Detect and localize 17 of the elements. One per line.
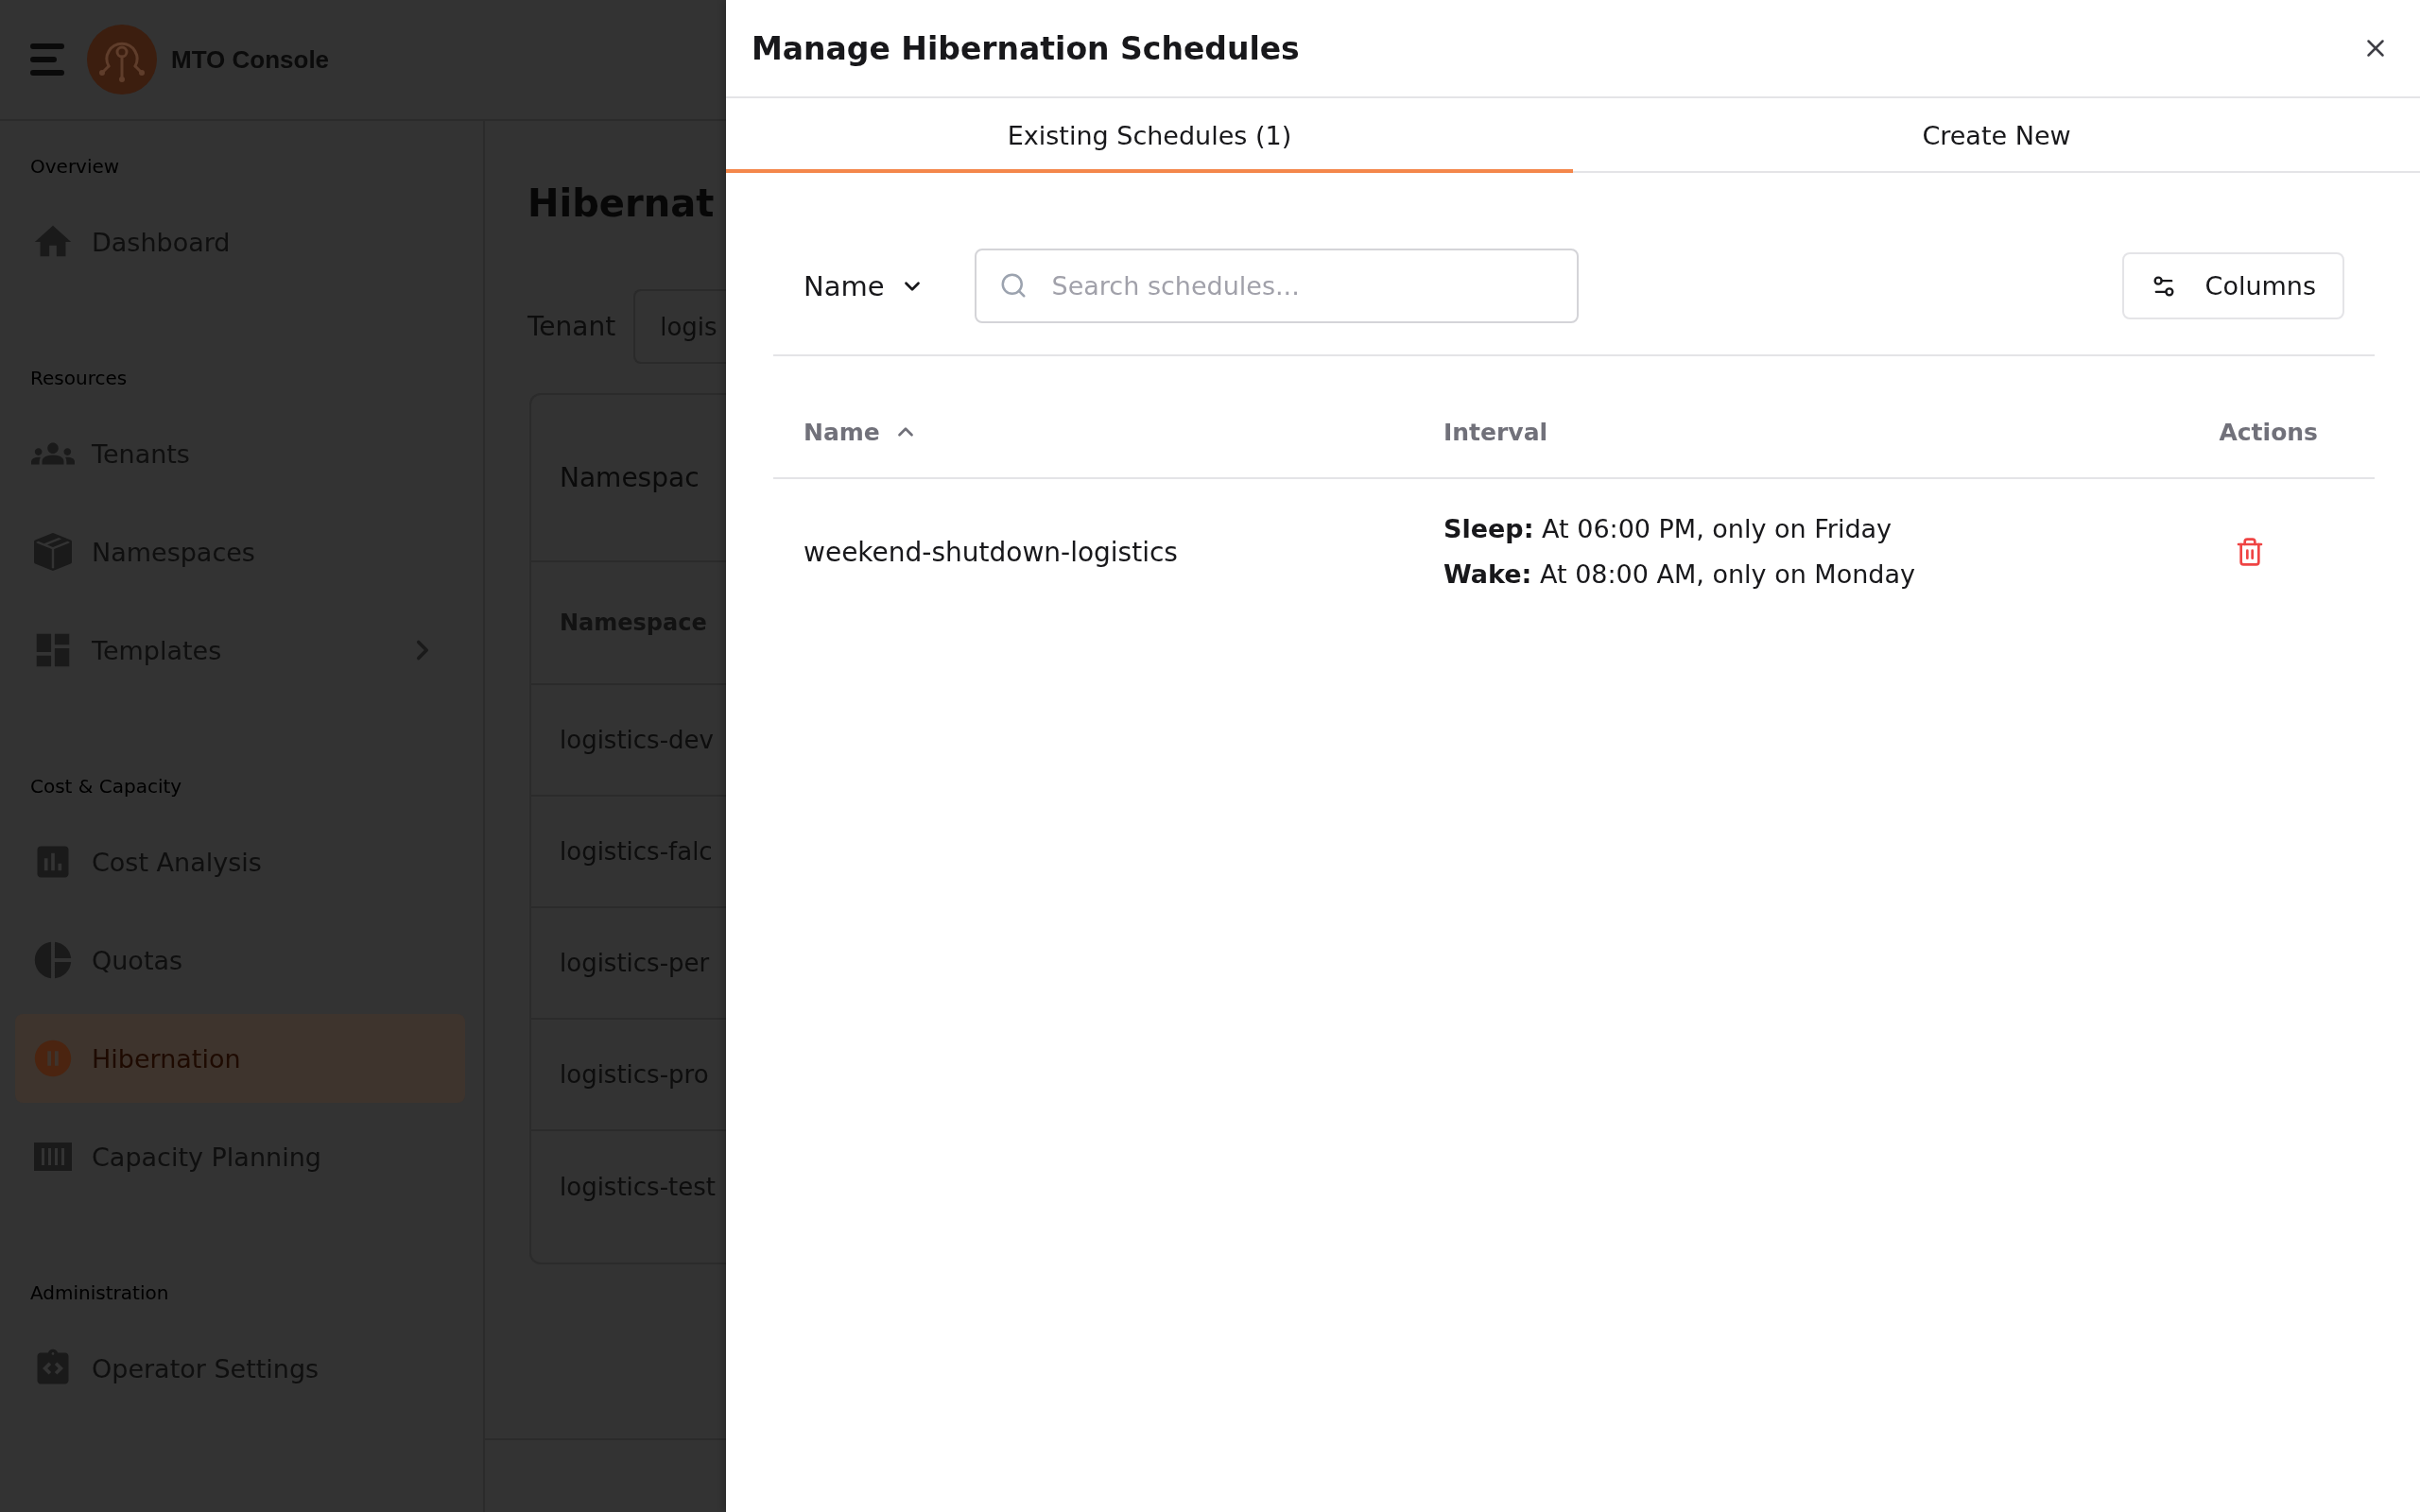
columns-icon — [34, 1143, 72, 1171]
tab[interactable]: Existing Schedules (1) — [726, 98, 1573, 173]
delete-button[interactable] — [2235, 537, 2265, 567]
interval-text: Sleep: At 06:00 PM, only on Friday — [1443, 513, 1893, 545]
column-header: Actions — [2219, 418, 2318, 446]
trash-icon — [2235, 537, 2265, 567]
column-header: Interval — [1443, 418, 1548, 446]
dialog-title: Manage Hibernation Schedules — [752, 29, 1300, 67]
logo-icon — [87, 25, 157, 94]
columns-button[interactable]: Columns — [2121, 252, 2344, 319]
box-icon — [34, 533, 72, 571]
filter-dropdown[interactable]: Name — [773, 249, 943, 323]
schedule-name: weekend-shutdown-logistics — [804, 536, 1178, 568]
interval-text: Wake: At 08:00 AM, only on Monday — [1443, 558, 1915, 591]
column-header[interactable]: Name — [804, 418, 918, 446]
tab[interactable]: Create New — [1573, 98, 2420, 173]
search-field[interactable]: Search schedules... — [974, 249, 1579, 323]
